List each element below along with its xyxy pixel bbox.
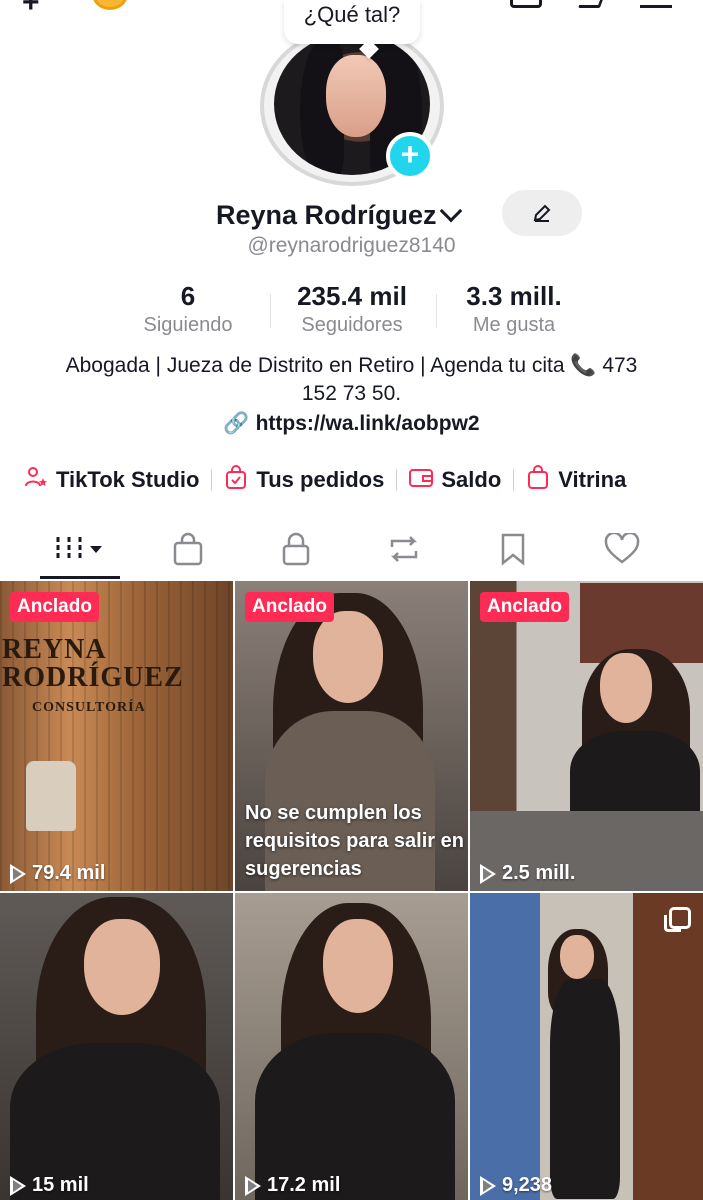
play-icon — [480, 1175, 496, 1196]
view-count: 15 mil — [10, 1174, 89, 1197]
play-icon — [480, 863, 496, 884]
view-count: 17.2 mil — [245, 1174, 340, 1197]
video-tile[interactable]: 17.2 mil — [235, 893, 468, 1200]
tool-label: Tus pedidos — [256, 467, 385, 492]
tool-orders[interactable]: Tus pedidos — [224, 465, 384, 495]
add-account-icon[interactable]: + — [22, 0, 40, 20]
view-count: 79.4 mil — [10, 862, 105, 885]
tab-shop[interactable] — [138, 524, 238, 574]
divider — [396, 469, 398, 491]
profile-link[interactable]: 🔗 https://wa.link/aobpw2 — [0, 412, 703, 436]
stat-label: Seguidores — [301, 314, 403, 336]
sign-text: REYNA RODRÍGUEZ — [2, 634, 184, 693]
video-caption: No se cumplen los requisitos para salir … — [245, 802, 464, 880]
shopping-bag-icon — [526, 465, 550, 495]
coin-icon[interactable] — [92, 0, 128, 10]
menu-icon[interactable] — [640, 0, 672, 8]
video-tile[interactable]: Anclado No se cumplen los requisitos par… — [235, 581, 468, 891]
profile-name-row[interactable]: Reyna Rodríguez — [216, 196, 462, 234]
stat-value: 3.3 mill. — [466, 281, 562, 311]
play-icon — [10, 1175, 26, 1196]
tool-showcase[interactable]: Vitrina — [526, 465, 626, 495]
pinned-badge: Anclado — [10, 592, 99, 622]
multi-image-icon — [664, 907, 691, 932]
tool-tiktok-studio[interactable]: TikTok Studio — [24, 466, 199, 494]
pencil-icon — [533, 204, 551, 222]
stat-value: 235.4 mil — [297, 281, 407, 311]
share-icon[interactable] — [577, 0, 609, 8]
view-count: 9,238 — [480, 1174, 552, 1197]
divider — [436, 294, 437, 328]
video-tile[interactable]: 15 mil — [0, 893, 233, 1200]
bookmark-icon — [501, 533, 525, 566]
tool-label: Saldo — [441, 467, 502, 492]
video-tile[interactable]: Anclado 2.5 mill. — [470, 581, 703, 891]
repost-icon — [390, 536, 418, 562]
stat-label: Siguiendo — [143, 314, 233, 336]
profile-stats: 6 Siguiendo 235.4 mil Seguidores 3.3 mil… — [120, 280, 590, 340]
profile-tools: TikTok Studio Tus pedidos Saldo Vitrina — [24, 462, 684, 498]
tab-videos[interactable] — [30, 524, 130, 574]
video-tile[interactable]: 9,238 — [470, 893, 703, 1200]
tab-reposts[interactable] — [354, 524, 454, 574]
user-star-icon — [24, 466, 48, 494]
stat-likes[interactable]: 3.3 mill. Me gusta — [446, 280, 582, 338]
profile-bio: Abogada | Jueza de Distrito en Retiro | … — [65, 354, 638, 405]
stat-followers[interactable]: 235.4 mil Seguidores — [280, 280, 424, 338]
tool-label: TikTok Studio — [56, 467, 200, 492]
tab-private[interactable] — [246, 524, 346, 574]
shop-bag-icon — [173, 532, 203, 566]
profile-handle: @reynarodriguez8140 — [247, 234, 456, 257]
divider — [513, 469, 515, 491]
profile-name: Reyna Rodríguez — [216, 199, 437, 230]
divider — [211, 469, 213, 491]
tool-balance[interactable]: Saldo — [409, 466, 501, 494]
tab-saved[interactable] — [463, 524, 563, 574]
stat-label: Me gusta — [472, 314, 556, 336]
creator-tools-icon[interactable] — [510, 0, 542, 8]
pinned-badge: Anclado — [480, 592, 569, 622]
tab-liked[interactable] — [572, 524, 672, 574]
sign-subtext: CONSULTORÍA — [32, 700, 146, 715]
play-icon — [245, 1175, 261, 1196]
add-story-button[interactable]: + — [386, 132, 434, 180]
edit-profile-button[interactable] — [502, 190, 582, 236]
link-icon: 🔗 — [223, 412, 250, 435]
tool-label: Vitrina — [558, 467, 627, 492]
stat-following[interactable]: 6 Siguiendo — [120, 280, 256, 338]
chevron-down-icon[interactable] — [439, 199, 462, 223]
heart-icon — [604, 533, 640, 564]
stat-value: 6 — [180, 281, 196, 311]
pinned-badge: Anclado — [245, 592, 334, 622]
video-tile[interactable]: REYNA RODRÍGUEZ CONSULTORÍA Anclado 79.4 … — [0, 581, 233, 891]
view-count: 2.5 mill. — [480, 862, 575, 885]
play-icon — [10, 863, 26, 884]
chair-image — [26, 761, 76, 831]
profile-link-text[interactable]: https://wa.link/aobpw2 — [256, 412, 480, 435]
order-bag-icon — [224, 465, 248, 495]
wallet-icon — [409, 466, 434, 494]
video-grid: REYNA RODRÍGUEZ CONSULTORÍA Anclado 79.4 … — [0, 581, 703, 1200]
lock-icon — [282, 532, 310, 566]
profile-tabs — [0, 524, 703, 580]
divider — [270, 294, 271, 328]
videos-grid-icon — [56, 537, 102, 561]
active-tab-indicator — [40, 576, 120, 579]
speech-bubble[interactable]: ¿Qué tal? — [284, 0, 420, 44]
